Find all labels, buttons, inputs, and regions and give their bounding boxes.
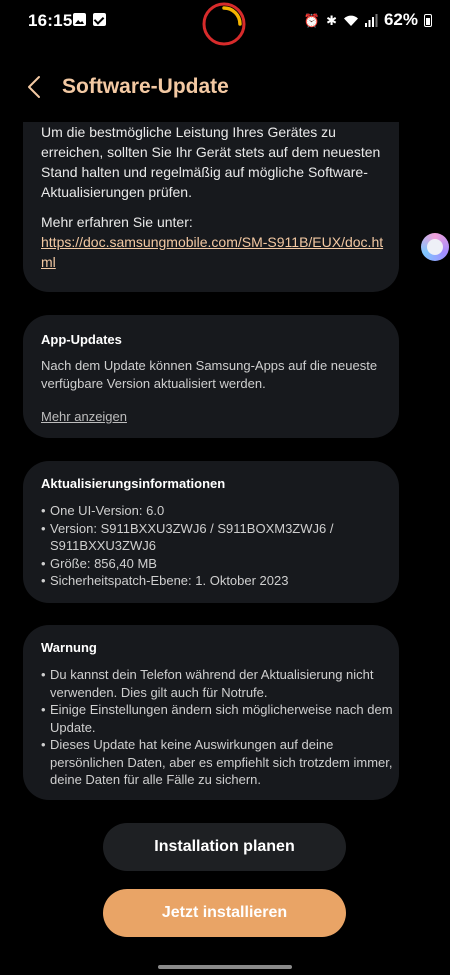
intro-text: Um die bestmögliche Leistung Ihres Gerät… [41,124,381,200]
more-info-label: Mehr erfahren Sie unter: [41,214,193,230]
app-updates-card: App-Updates Nach dem Update können Samsu… [23,315,399,438]
app-updates-title: App-Updates [41,332,122,347]
install-now-button[interactable]: Jetzt installieren [103,889,346,937]
signal-icon [364,13,378,27]
bluetooth-icon: ✱ [326,12,337,28]
gallery-icon [73,13,86,26]
list-item: Version: S911BXXU3ZWJ6 / S911BOXM3ZWJ6 /… [41,520,393,555]
update-info-list: One UI-Version: 6.0 Version: S911BXXU3ZW… [41,502,393,590]
list-item: Du kannst dein Telefon während der Aktua… [41,666,393,701]
status-time: 16:15 [28,11,73,30]
status-left-icons [73,13,106,26]
back-arrow-icon[interactable] [26,75,42,99]
recording-ring-icon [202,2,246,46]
status-bar: 16:15 ⏰ ✱ 62% [0,0,450,46]
home-indicator[interactable] [158,965,292,969]
floating-assistant-icon[interactable] [421,233,449,261]
alarm-icon: ⏰ [303,12,321,28]
documentation-link[interactable]: https://doc.samsungmobile.com/SM-S911B/E… [41,232,386,272]
battery-icon [424,13,432,27]
list-item: Einige Einstellungen ändern sich möglich… [41,701,393,736]
show-more-link[interactable]: Mehr anzeigen [41,409,127,424]
update-info-title: Aktualisierungsinformationen [41,476,226,491]
wifi-icon [343,15,358,26]
schedule-installation-button[interactable]: Installation planen [103,823,346,871]
battery-percentage: 62% [383,10,418,29]
warning-list: Du kannst dein Telefon während der Aktua… [41,666,393,789]
app-header: Software-Update [0,62,450,112]
list-item: One UI-Version: 6.0 [41,502,393,520]
warning-card: Warnung Du kannst dein Telefon während d… [23,625,399,800]
app-updates-text: Nach dem Update können Samsung-Apps auf … [41,358,378,391]
status-right-icons: ⏰ ✱ 62% [304,10,432,30]
checkbox-icon [93,13,106,26]
list-item: Sicherheitspatch-Ebene: 1. Oktober 2023 [41,572,393,590]
warning-title: Warnung [41,640,97,655]
list-item: Dieses Update hat keine Auswirkungen auf… [41,736,393,789]
list-item: Größe: 856,40 MB [41,555,393,573]
update-info-card: Aktualisierungsinformationen One UI-Vers… [23,461,399,603]
intro-card: Um die bestmögliche Leistung Ihres Gerät… [23,122,399,292]
page-title: Software-Update [62,75,229,98]
